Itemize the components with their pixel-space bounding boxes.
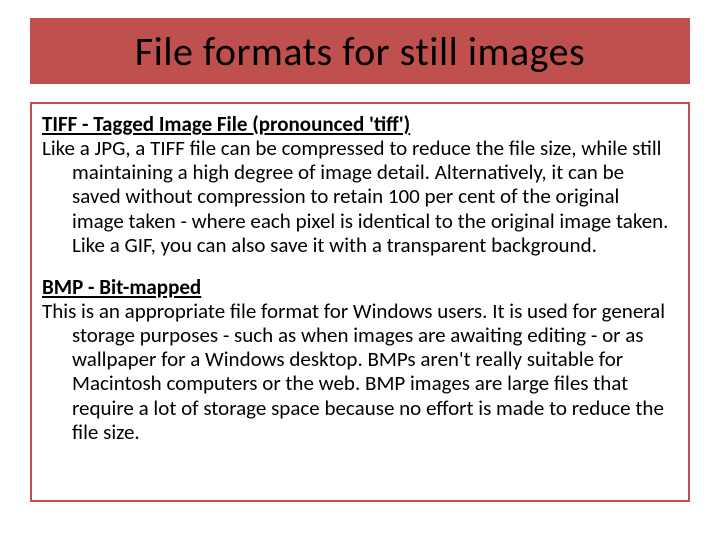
section-heading-tiff: TIFF - Tagged Image File (pronounced 'ti… (42, 112, 672, 136)
title-bar: File formats for still images (30, 18, 690, 84)
content-box: TIFF - Tagged Image File (pronounced 'ti… (30, 102, 690, 502)
page-title: File formats for still images (135, 27, 585, 76)
section-body-bmp: This is an appropriate file format for W… (42, 299, 672, 444)
section-body-tiff: Like a JPG, a TIFF file can be compresse… (42, 136, 672, 257)
section-heading-bmp: BMP - Bit-mapped (42, 275, 672, 299)
